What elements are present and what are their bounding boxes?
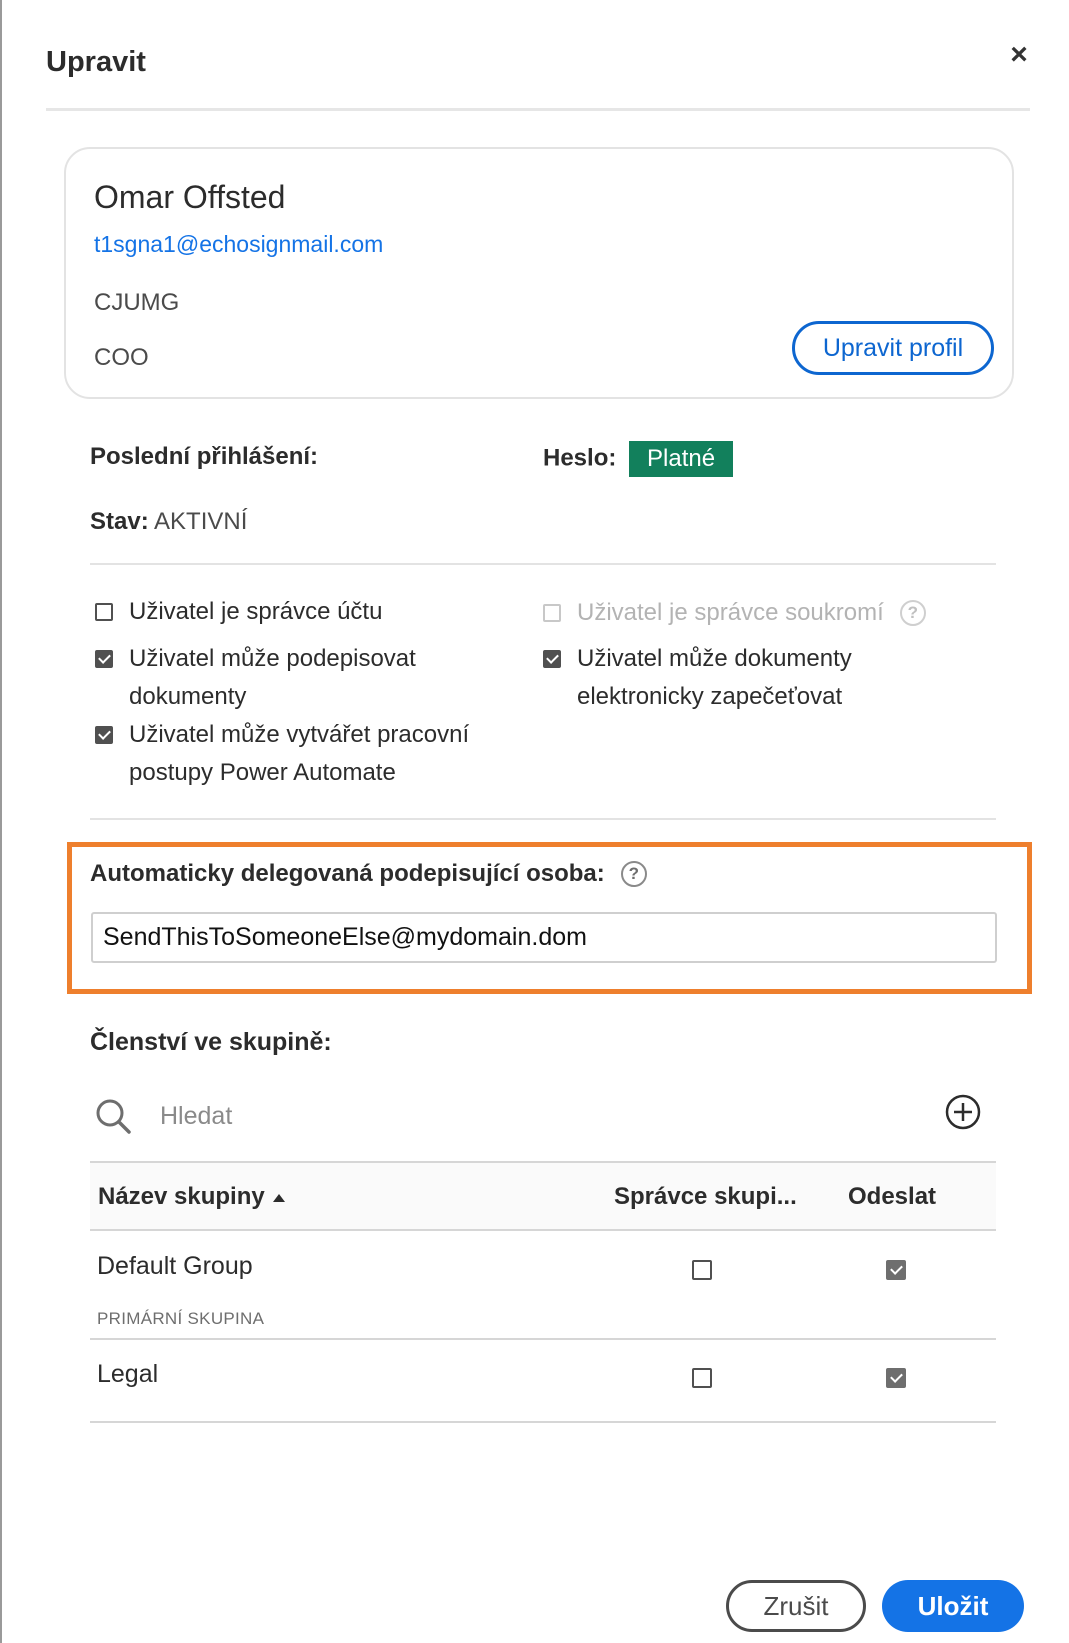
group-admin-checkbox[interactable]: [692, 1260, 712, 1280]
password-info: Heslo: Platné: [543, 441, 734, 477]
delegate-label: Automaticky delegovaná podepisující osob…: [90, 860, 647, 888]
perm-power-automate[interactable]: Uživatel může vytvářet pracovní postupy …: [95, 716, 489, 792]
perm-privacy-admin: Uživatel je správce soukromí ?: [543, 594, 926, 632]
delegate-email-input[interactable]: [91, 912, 997, 963]
edit-profile-button[interactable]: Upravit profil: [792, 321, 994, 375]
password-label: Heslo:: [543, 444, 617, 472]
title-divider: [46, 108, 1030, 111]
search-icon: [96, 1099, 131, 1134]
column-header-name[interactable]: Název skupiny: [98, 1183, 285, 1211]
group-table-header: Název skupiny Správce skupi... Odeslat: [90, 1161, 996, 1231]
section-divider: [90, 563, 996, 565]
perm-can-sign[interactable]: Uživatel může podepisovat dokumenty: [95, 640, 439, 716]
group-membership-title: Členství ve skupině:: [90, 1028, 332, 1056]
checkbox-power-automate[interactable]: [95, 726, 113, 744]
help-icon[interactable]: ?: [899, 600, 926, 626]
group-send-checkbox[interactable]: [886, 1368, 906, 1388]
checkbox-account-admin[interactable]: [95, 603, 113, 621]
row-divider: [90, 1421, 996, 1423]
add-group-icon[interactable]: [944, 1093, 982, 1131]
section-divider: [90, 818, 996, 820]
status-value: AKTIVNÍ: [154, 508, 248, 535]
group-row-name: Default Group: [97, 1252, 253, 1280]
row-divider: [90, 1338, 996, 1340]
group-row-name: Legal: [97, 1360, 159, 1388]
cancel-button[interactable]: Zrušit: [726, 1580, 866, 1632]
last-login-label: Poslední přihlášení:: [90, 443, 319, 470]
column-name-label: Název skupiny: [98, 1183, 265, 1210]
checkbox-privacy-admin: [543, 604, 561, 622]
perm-label: Uživatel může vytvářet pracovní postupy …: [129, 721, 470, 786]
dialog-title: Upravit: [46, 46, 146, 78]
group-send-checkbox[interactable]: [886, 1260, 906, 1280]
save-button[interactable]: Uložit: [882, 1580, 1024, 1632]
help-icon[interactable]: ?: [620, 861, 647, 887]
status-label: Stav:: [90, 508, 149, 535]
account-status: Stav: AKTIVNÍ: [90, 508, 247, 536]
last-login: Poslední přihlášení:: [90, 443, 318, 471]
perm-can-seal[interactable]: Uživatel může dokumenty elektronicky zap…: [543, 640, 877, 716]
group-search-input[interactable]: Hledat: [160, 1102, 232, 1131]
profile-email-link[interactable]: t1sgna1@echosignmail.com: [94, 231, 383, 258]
column-header-send[interactable]: Odeslat: [848, 1183, 936, 1211]
close-icon[interactable]: ×: [1004, 40, 1034, 70]
profile-role: COO: [94, 344, 149, 371]
sort-ascending-icon: [272, 1193, 285, 1202]
profile-company: CJUMG: [94, 289, 180, 316]
perm-label: Uživatel je správce soukromí: [577, 599, 884, 626]
password-status-badge: Platné: [629, 441, 734, 477]
perm-label: Uživatel může podepisovat dokumenty: [129, 645, 416, 710]
perm-account-admin[interactable]: Uživatel je správce účtu: [95, 593, 489, 631]
profile-name: Omar Offsted: [94, 179, 286, 215]
checkbox-can-sign[interactable]: [95, 650, 113, 668]
column-header-admin[interactable]: Správce skupi...: [614, 1183, 797, 1211]
edit-user-dialog: Upravit × Omar Offsted t1sgna1@echosignm…: [0, 0, 1069, 1643]
delegate-label-text: Automaticky delegovaná podepisující osob…: [90, 860, 605, 887]
perm-label: Uživatel může dokumenty elektronicky zap…: [577, 645, 852, 710]
profile-card: Omar Offsted t1sgna1@echosignmail.com CJ…: [64, 147, 1014, 399]
group-admin-checkbox[interactable]: [692, 1368, 712, 1388]
checkbox-can-seal[interactable]: [543, 650, 561, 668]
perm-label: Uživatel je správce účtu: [129, 598, 383, 625]
primary-group-label: PRIMÁRNÍ SKUPINA: [97, 1309, 265, 1328]
